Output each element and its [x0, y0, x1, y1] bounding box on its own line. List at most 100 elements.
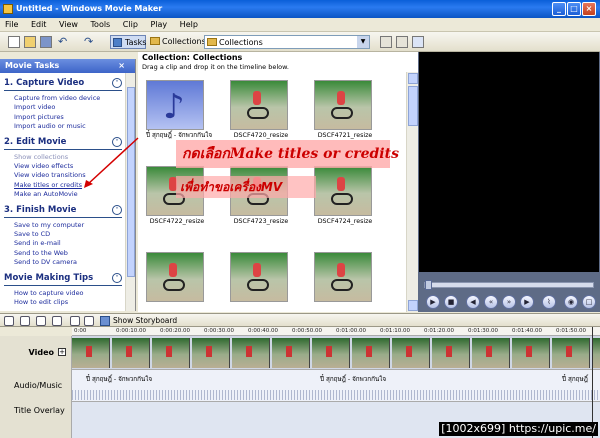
clip-thumbnail [314, 252, 372, 302]
audio-track[interactable]: ปี๋ สุกฤษฎิ์ - จักพวกกันใจ ปี๋ สุกฤษฎิ์ … [72, 370, 600, 402]
collections-button-label: Collections [162, 37, 206, 46]
section-title: 3. Finish Movie [4, 204, 77, 215]
link-send-to-the-web[interactable]: Send to the Web [0, 249, 126, 258]
show-storyboard-label: Show Storyboard [113, 316, 178, 325]
link-send-in-email[interactable]: Send in e-mail [0, 239, 126, 248]
collection-item-clip[interactable]: DSCF4721_resize [314, 80, 376, 140]
scroll-up-icon[interactable] [408, 73, 418, 84]
collection-item-clip[interactable] [146, 252, 208, 302]
collections-dropdown-value: Collections [219, 38, 263, 47]
collection-title: Collection: Collections [142, 53, 243, 62]
seek-bar[interactable] [424, 280, 594, 290]
task-pane-body: 1. Capture Video ˄ Capture from video dev… [0, 73, 126, 311]
annotation-line-2: เพื่อทำขอเครื่องMV [176, 176, 316, 198]
folder-icon [207, 38, 217, 46]
narrate-timeline-icon[interactable] [20, 316, 30, 326]
link-how-to-capture-video[interactable]: How to capture video [0, 289, 126, 298]
section-movie-making-tips[interactable]: Movie Making Tips ˄ [0, 271, 126, 286]
zoom-out-icon[interactable] [52, 316, 62, 326]
views-icon[interactable] [412, 36, 424, 48]
link-capture-from-video-device[interactable]: Capture from video device [0, 94, 126, 103]
redo-icon[interactable]: ↷ [84, 35, 93, 49]
split-clip-icon[interactable]: ⌇ [542, 295, 556, 309]
collection-item-clip[interactable] [230, 252, 292, 302]
collapse-icon[interactable]: ˄ [112, 204, 122, 215]
collections-dropdown[interactable]: Collections ▼ [204, 35, 370, 49]
zoom-in-icon[interactable] [36, 316, 46, 326]
link-make-titles-or-credits[interactable]: Make titles or credits [0, 181, 126, 190]
section-capture-video[interactable]: 1. Capture Video ˄ [0, 76, 126, 91]
menu-file[interactable]: File [0, 18, 23, 32]
app-icon [3, 4, 13, 14]
timeline-ruler[interactable]: 0:00 0:00:10.00 0:00:20.00 0:00:30.00 0:… [72, 327, 600, 336]
collapse-icon[interactable]: ˄ [112, 272, 122, 283]
scrollbar-thumb[interactable] [408, 86, 418, 126]
link-show-collections[interactable]: Show collections [0, 153, 126, 162]
expand-icon[interactable]: + [58, 348, 66, 356]
collapse-icon[interactable]: ˄ [112, 78, 122, 88]
scroll-down-icon[interactable] [408, 300, 418, 311]
menu-view[interactable]: View [54, 18, 83, 32]
menu-clip[interactable]: Clip [118, 18, 143, 32]
section-edit-movie[interactable]: 2. Edit Movie ˄ [0, 135, 126, 150]
tasks-button[interactable]: Tasks [110, 35, 146, 49]
ruler-tick: 0:00:50.00 [292, 328, 322, 334]
section-title: 2. Edit Movie [4, 136, 67, 147]
minimize-button[interactable]: _ [552, 2, 566, 16]
up-folder-icon[interactable] [380, 36, 392, 48]
undo-icon[interactable]: ↶ [58, 35, 67, 49]
menu-edit[interactable]: Edit [26, 18, 52, 32]
link-import-pictures[interactable]: Import pictures [0, 113, 126, 122]
collapse-icon[interactable]: ˄ [112, 136, 122, 147]
link-send-to-dv-camera[interactable]: Send to DV camera [0, 258, 126, 267]
task-pane-scrollbar[interactable] [125, 73, 135, 311]
tasks-button-label: Tasks [125, 38, 147, 47]
link-how-to-edit-clips[interactable]: How to edit clips [0, 298, 126, 307]
menu-tools[interactable]: Tools [86, 18, 116, 32]
link-save-to-cd[interactable]: Save to CD [0, 230, 126, 239]
collection-item-audio[interactable]: ♪ ปี๋ สุกฤษฎิ์ - จักพวกกันใจ [146, 80, 212, 140]
previous-frame-icon[interactable]: ◀ [466, 295, 480, 309]
rewind-timeline-icon[interactable] [70, 316, 80, 326]
chevron-down-icon: ▼ [357, 36, 369, 48]
scrollbar-thumb[interactable] [127, 87, 135, 277]
maximize-button[interactable]: □ [567, 2, 581, 16]
collection-item-clip[interactable]: DSCF4720_resize [230, 80, 292, 140]
new-folder-icon[interactable] [396, 36, 408, 48]
window-title: Untitled - Windows Movie Maker [16, 4, 163, 13]
task-pane-close-icon[interactable]: × [118, 59, 125, 73]
full-screen-icon[interactable]: □ [582, 295, 596, 309]
collection-item-clip[interactable]: DSCF4724_resize [314, 166, 376, 226]
collections-button[interactable]: Collections [148, 35, 206, 49]
menu-help[interactable]: Help [175, 18, 203, 32]
play-icon[interactable]: ▶ [426, 295, 440, 309]
open-project-icon[interactable] [24, 36, 36, 48]
link-save-to-my-computer[interactable]: Save to my computer [0, 221, 126, 230]
collection-hint: Drag a clip and drop it on the timeline … [142, 63, 289, 71]
show-storyboard-button[interactable]: Show Storyboard [100, 315, 177, 327]
collection-item-clip[interactable] [314, 252, 376, 302]
link-import-audio-or-music[interactable]: Import audio or music [0, 122, 126, 131]
save-project-icon[interactable] [40, 36, 52, 48]
video-track[interactable] [72, 336, 600, 370]
play-timeline-icon[interactable] [84, 316, 94, 326]
link-make-an-automovie[interactable]: Make an AutoMovie [0, 190, 126, 199]
link-view-video-transitions[interactable]: View video transitions [0, 171, 126, 180]
section-finish-movie[interactable]: 3. Finish Movie ˄ [0, 203, 126, 218]
link-view-video-effects[interactable]: View video effects [0, 162, 126, 171]
collection-scrollbar[interactable] [406, 72, 418, 312]
link-import-video[interactable]: Import video [0, 103, 126, 112]
seek-thumb[interactable] [425, 280, 432, 290]
new-project-icon[interactable] [8, 36, 20, 48]
take-picture-icon[interactable]: ◉ [564, 295, 578, 309]
ruler-tick: 0:01:10.00 [380, 328, 410, 334]
stop-icon[interactable]: ■ [444, 295, 458, 309]
close-button[interactable]: × [582, 2, 596, 16]
next-frame-icon[interactable]: ▶ [520, 295, 534, 309]
audio-clip-label: ปี๋ สุกฤษฎิ์ - จักพวกกันใจ [320, 376, 387, 383]
set-audio-levels-icon[interactable] [4, 316, 14, 326]
collection-header: Collection: Collections Drag a clip and … [138, 52, 418, 72]
forward-icon[interactable]: » [502, 295, 516, 309]
menu-play[interactable]: Play [145, 18, 172, 32]
rewind-icon[interactable]: « [484, 295, 498, 309]
